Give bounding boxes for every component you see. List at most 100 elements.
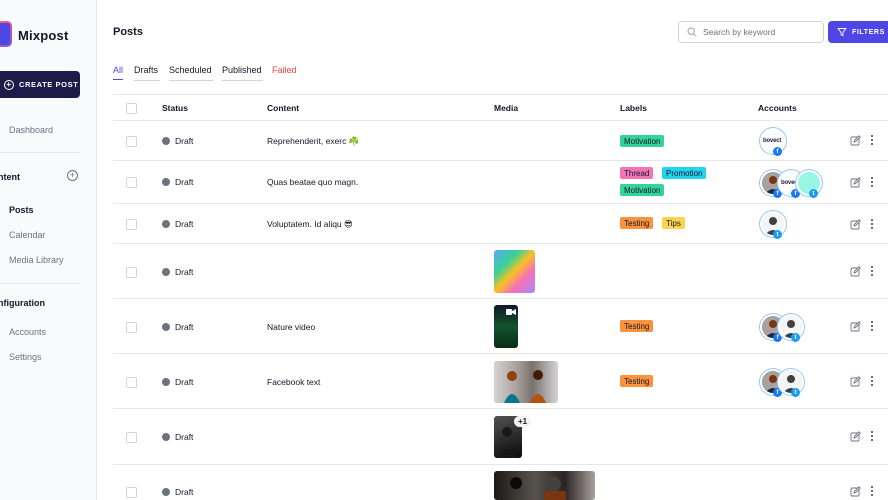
column-labels: Labels	[620, 103, 647, 113]
search-icon	[687, 27, 697, 37]
tab-drafts[interactable]: Drafts	[134, 65, 158, 79]
twitter-icon: t	[773, 230, 782, 239]
plus-circle-icon: +	[4, 79, 14, 90]
status-badge: Draft	[162, 432, 193, 442]
tab-divider	[134, 80, 160, 81]
column-status: Status	[162, 103, 188, 113]
status-badge: Draft	[162, 322, 193, 332]
label-chip: Testing	[620, 217, 654, 229]
row-divider	[113, 408, 888, 409]
media-thumbnail[interactable]	[494, 361, 558, 403]
sidebar: Mixpost + CREATE POST Dashboard ntent + …	[0, 0, 97, 500]
media-thumbnail[interactable]	[494, 471, 595, 500]
table-top-border	[113, 94, 888, 95]
status-text: Draft	[175, 322, 194, 332]
filters-button[interactable]: FILTERS	[828, 21, 888, 43]
post-content[interactable]: Voluptatem. Id aliqu 😎	[267, 219, 353, 230]
tab-divider	[222, 80, 263, 81]
row-checkbox[interactable]	[126, 136, 137, 147]
media-more-count: +1	[514, 416, 532, 427]
status-dot	[162, 220, 170, 228]
more-options-icon[interactable]	[869, 430, 875, 442]
more-options-icon[interactable]	[869, 485, 875, 497]
sidebar-item-media-library[interactable]: Media Library	[9, 255, 64, 265]
status-text: Draft	[175, 267, 194, 277]
post-content[interactable]: Nature video	[267, 322, 315, 332]
media-thumbnail[interactable]	[494, 250, 535, 293]
row-checkbox[interactable]	[126, 322, 137, 333]
add-content-icon[interactable]: +	[67, 170, 78, 181]
edit-icon[interactable]	[850, 376, 861, 387]
label-chip: Motivation	[620, 135, 665, 147]
edit-icon[interactable]	[850, 431, 861, 442]
search-box[interactable]	[678, 21, 824, 43]
status-dot	[162, 137, 170, 145]
label-chip: Testing	[620, 320, 654, 332]
tab-failed[interactable]: Failed	[272, 65, 297, 79]
status-dot	[162, 488, 170, 496]
create-post-label: CREATE POST	[19, 80, 79, 89]
edit-icon[interactable]	[850, 219, 861, 230]
search-input[interactable]	[703, 27, 813, 37]
edit-icon[interactable]	[850, 266, 861, 277]
group-photo-icon	[504, 370, 546, 403]
row-checkbox[interactable]	[126, 267, 137, 278]
sidebar-item-settings[interactable]: Settings	[9, 352, 42, 362]
facebook-icon: f	[773, 147, 782, 156]
row-checkbox[interactable]	[126, 432, 137, 443]
twitter-icon: t	[791, 388, 800, 397]
row-checkbox[interactable]	[126, 219, 137, 230]
label-chip: Tips	[662, 217, 685, 229]
status-badge: Draft	[162, 267, 193, 277]
sidebar-item-dashboard[interactable]: Dashboard	[9, 125, 53, 135]
more-options-icon[interactable]	[869, 375, 875, 387]
edit-icon[interactable]	[850, 135, 861, 146]
funnel-icon	[837, 28, 847, 37]
status-text: Draft	[175, 432, 194, 442]
edit-icon[interactable]	[850, 177, 861, 188]
post-content[interactable]: Reprehenderit, exerc ☘️	[267, 136, 359, 147]
mixpost-logo-icon	[0, 21, 12, 47]
more-options-icon[interactable]	[869, 320, 875, 332]
column-content: Content	[267, 103, 300, 113]
edit-icon[interactable]	[850, 486, 861, 497]
row-divider	[113, 353, 888, 354]
tab-scheduled[interactable]: Scheduled	[169, 65, 212, 79]
sidebar-heading-configuration: nfiguration	[0, 298, 45, 308]
avatar-brand-text: bovect	[763, 138, 782, 144]
video-camera-icon	[506, 309, 516, 315]
row-divider	[113, 160, 888, 161]
media-thumbnail[interactable]	[494, 305, 518, 348]
post-content[interactable]: Quas beatae quo magn.	[267, 177, 358, 187]
more-options-icon[interactable]	[869, 218, 875, 230]
row-divider	[113, 243, 888, 244]
movie-scene-icon	[510, 477, 566, 500]
sidebar-item-accounts[interactable]: Accounts	[9, 327, 46, 337]
select-all-checkbox[interactable]	[126, 103, 137, 114]
sidebar-item-posts[interactable]: Posts	[9, 205, 34, 215]
twitter-icon: t	[791, 333, 800, 342]
row-checkbox[interactable]	[126, 487, 137, 498]
label-chip: Thread	[620, 167, 654, 179]
status-dot	[162, 268, 170, 276]
status-text: Draft	[175, 219, 194, 229]
create-post-button[interactable]: + CREATE POST	[0, 71, 80, 98]
row-divider	[113, 464, 888, 465]
status-dot	[162, 323, 170, 331]
row-checkbox[interactable]	[126, 377, 137, 388]
sidebar-divider	[0, 283, 80, 284]
sidebar-item-calendar[interactable]: Calendar	[9, 230, 46, 240]
post-content[interactable]: Facebook text	[267, 377, 320, 387]
row-divider	[113, 298, 888, 299]
status-dot	[162, 433, 170, 441]
status-badge: Draft	[162, 177, 193, 187]
more-options-icon[interactable]	[869, 176, 875, 188]
status-badge: Draft	[162, 377, 193, 387]
tab-published[interactable]: Published	[222, 65, 262, 79]
more-options-icon[interactable]	[869, 265, 875, 277]
status-dot	[162, 178, 170, 186]
more-options-icon[interactable]	[869, 134, 875, 146]
tab-all[interactable]: All	[113, 65, 124, 80]
edit-icon[interactable]	[850, 321, 861, 332]
row-checkbox[interactable]	[126, 177, 137, 188]
